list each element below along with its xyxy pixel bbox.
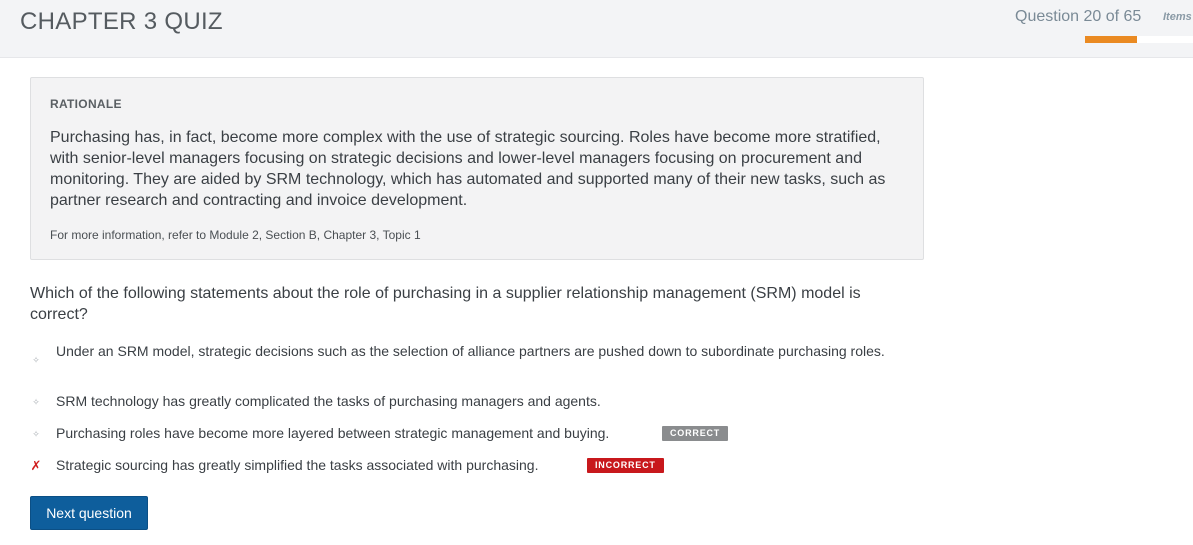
answer-option[interactable]: ✧ SRM technology has greatly complicated… (30, 393, 930, 413)
incorrect-badge: INCORRECT (587, 458, 664, 473)
option-marker-icon: ✧ (32, 355, 40, 365)
option-marker-icon: ✧ (32, 397, 40, 407)
rationale-reference: For more information, refer to Module 2,… (50, 228, 421, 242)
question-counter: Question 20 of 65 (1015, 8, 1142, 25)
question-text: Which of the following statements about … (30, 285, 861, 323)
rationale-panel: RATIONALE Purchasing has, in fact, becom… (30, 77, 924, 260)
option-label: Under an SRM model, strategic decisions … (56, 343, 885, 359)
answer-option[interactable]: ✧ Under an SRM model, strategic decision… (30, 343, 930, 365)
page-title: CHAPTER 3 QUIZ (20, 8, 223, 35)
answer-option[interactable]: ✧ Purchasing roles have become more laye… (30, 425, 930, 445)
correct-badge: CORRECT (662, 426, 729, 441)
option-marker-icon: ✧ (32, 429, 40, 439)
progress-fill (1085, 36, 1137, 43)
option-label: Purchasing roles have become more layere… (56, 425, 610, 441)
rationale-heading: RATIONALE (50, 97, 122, 111)
quiz-header: CHAPTER 3 QUIZ Question 20 of 65 Items (0, 0, 1193, 58)
option-label: Strategic sourcing has greatly simplifie… (56, 457, 539, 473)
rationale-text: Purchasing has, in fact, become more com… (50, 129, 886, 209)
option-label: SRM technology has greatly complicated t… (56, 393, 601, 409)
progress-bar (1085, 36, 1193, 43)
incorrect-x-icon: ✗ (30, 458, 42, 473)
answer-option[interactable]: ✗ Strategic sourcing has greatly simplif… (30, 457, 930, 477)
next-question-button[interactable]: Next question (30, 496, 148, 530)
items-link[interactable]: Items (1163, 11, 1193, 23)
